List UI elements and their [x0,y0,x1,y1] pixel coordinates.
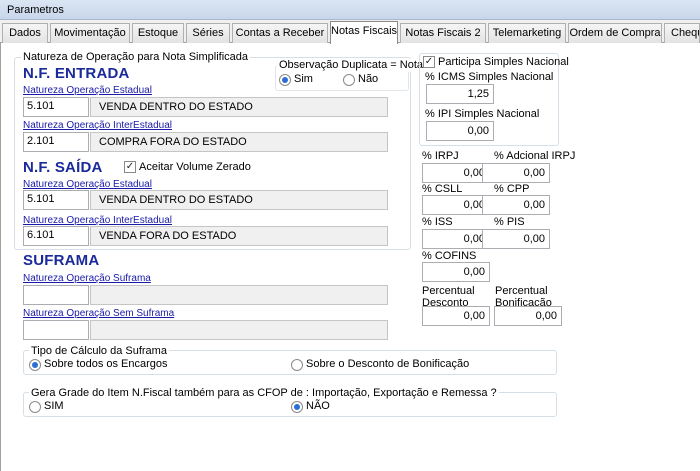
tab-telemarketing[interactable]: Telemarketing [488,23,566,43]
saida-estadual-code-input[interactable]: 5.101 [23,190,89,210]
observacao-nao-label: Não [358,73,379,85]
entrada-estadual-code-input[interactable]: 5.101 [23,97,89,117]
adicional-irpj-label: % Adcional IRPJ [494,150,576,162]
observacao-nao-radio[interactable] [343,74,355,86]
calculo-bonificacao-radio[interactable] [291,359,303,371]
calculo-encargos-label: Sobre todos os Encargos [44,358,168,370]
saida-estadual-desc: VENDA DENTRO DO ESTADO [90,190,388,210]
bonificacao-input[interactable]: 0,00 [494,306,562,326]
notas-fiscais-panel: Natureza de Operação para Nota Simplific… [0,43,700,471]
nf-entrada-heading: N.F. ENTRADA [23,65,130,82]
adicional-irpj-input[interactable]: 0,00 [482,163,550,183]
suframa-code-input[interactable] [23,285,89,305]
saida-interestadual-desc: VENDA FORA DO ESTADO [90,226,388,246]
link-natureza-suframa[interactable]: Natureza Operação Suframa [23,273,151,284]
tab-contas-a-receber[interactable]: Contas a Receber [232,23,328,43]
ipi-simples-label: % IPI Simples Nacional [425,108,540,120]
entrada-estadual-desc: VENDA DENTRO DO ESTADO [90,97,388,117]
sem-suframa-desc [90,320,388,340]
tab-ordem-de-compra[interactable]: Ordem de Compra [568,23,662,43]
link-natureza-interestadual-entrada[interactable]: Natureza Operação InterEstadual [23,120,172,131]
sem-suframa-code-input[interactable] [23,320,89,340]
tab-strip: Dados Movimentação Estoque Séries Contas… [0,21,700,44]
pis-label: % PIS [494,216,525,228]
cofins-input[interactable]: 0,00 [422,262,490,282]
tab-estoque[interactable]: Estoque [132,23,184,43]
tab-cheque[interactable]: Cheque [664,23,700,43]
tab-dados[interactable]: Dados [2,23,48,43]
observacao-sim-radio[interactable] [279,74,291,86]
tab-series[interactable]: Séries [186,23,230,43]
aceitar-volume-zerado-checkbox[interactable]: ✓ [124,161,136,173]
suframa-desc [90,285,388,305]
window-title: Parametros [7,4,64,16]
grade-nao-radio[interactable] [291,401,303,413]
link-natureza-estadual-entrada[interactable]: Natureza Operação Estadual [23,85,152,96]
aceitar-volume-zerado-label: Aceitar Volume Zerado [139,161,251,173]
irpj-label: % IRPJ [422,150,459,162]
grade-sim-radio[interactable] [29,401,41,413]
link-natureza-estadual-saida[interactable]: Natureza Operação Estadual [23,179,152,190]
pis-input[interactable]: 0,00 [482,229,550,249]
calculo-suframa-label: Tipo de Cálculo da Suframa [29,345,169,357]
gera-grade-label: Gera Grade do Item N.Fiscal também para … [29,387,499,399]
observacao-label: Observação Duplicata = Nota [277,59,425,72]
suframa-heading: SUFRAMA [23,252,100,269]
csll-input[interactable]: 0,00 [422,195,490,215]
iss-input[interactable]: 0,00 [422,229,490,249]
observacao-sim-label: Sim [294,73,313,85]
desconto-input[interactable]: 0,00 [422,306,490,326]
link-natureza-sem-suframa[interactable]: Natureza Operação Sem Suframa [23,308,174,319]
saida-interestadual-code-input[interactable]: 6.101 [23,226,89,246]
icms-simples-input[interactable]: 1,25 [426,84,494,104]
entrada-interestadual-desc: COMPRA FORA DO ESTADO [90,132,388,152]
tab-notas-fiscais-2[interactable]: Notas Fiscais 2 [400,23,486,43]
cpp-input[interactable]: 0,00 [482,195,550,215]
link-natureza-interestadual-saida[interactable]: Natureza Operação InterEstadual [23,215,172,226]
entrada-interestadual-code-input[interactable]: 2.101 [23,132,89,152]
title-bar: Parametros [0,0,700,20]
tab-movimentacao[interactable]: Movimentação [50,23,130,43]
ipi-simples-input[interactable]: 0,00 [426,121,494,141]
icms-simples-label: % ICMS Simples Nacional [425,71,554,83]
grade-sim-label: SIM [44,400,64,412]
iss-label: % ISS [422,216,453,228]
participa-simples-label: Participa Simples Nacional [438,56,569,68]
calculo-encargos-radio[interactable] [29,359,41,371]
nf-saida-heading: N.F. SAÍDA [23,159,103,176]
participa-simples-checkbox[interactable]: ✓ [423,56,435,68]
grade-nao-label: NÃO [306,400,330,412]
natureza-group-label: Natureza de Operação para Nota Simplific… [21,51,251,63]
irpj-input[interactable]: 0,00 [422,163,490,183]
calculo-bonificacao-label: Sobre o Desconto de Bonificação [306,358,470,370]
tab-notas-fiscais[interactable]: Notas Fiscais [330,21,398,44]
